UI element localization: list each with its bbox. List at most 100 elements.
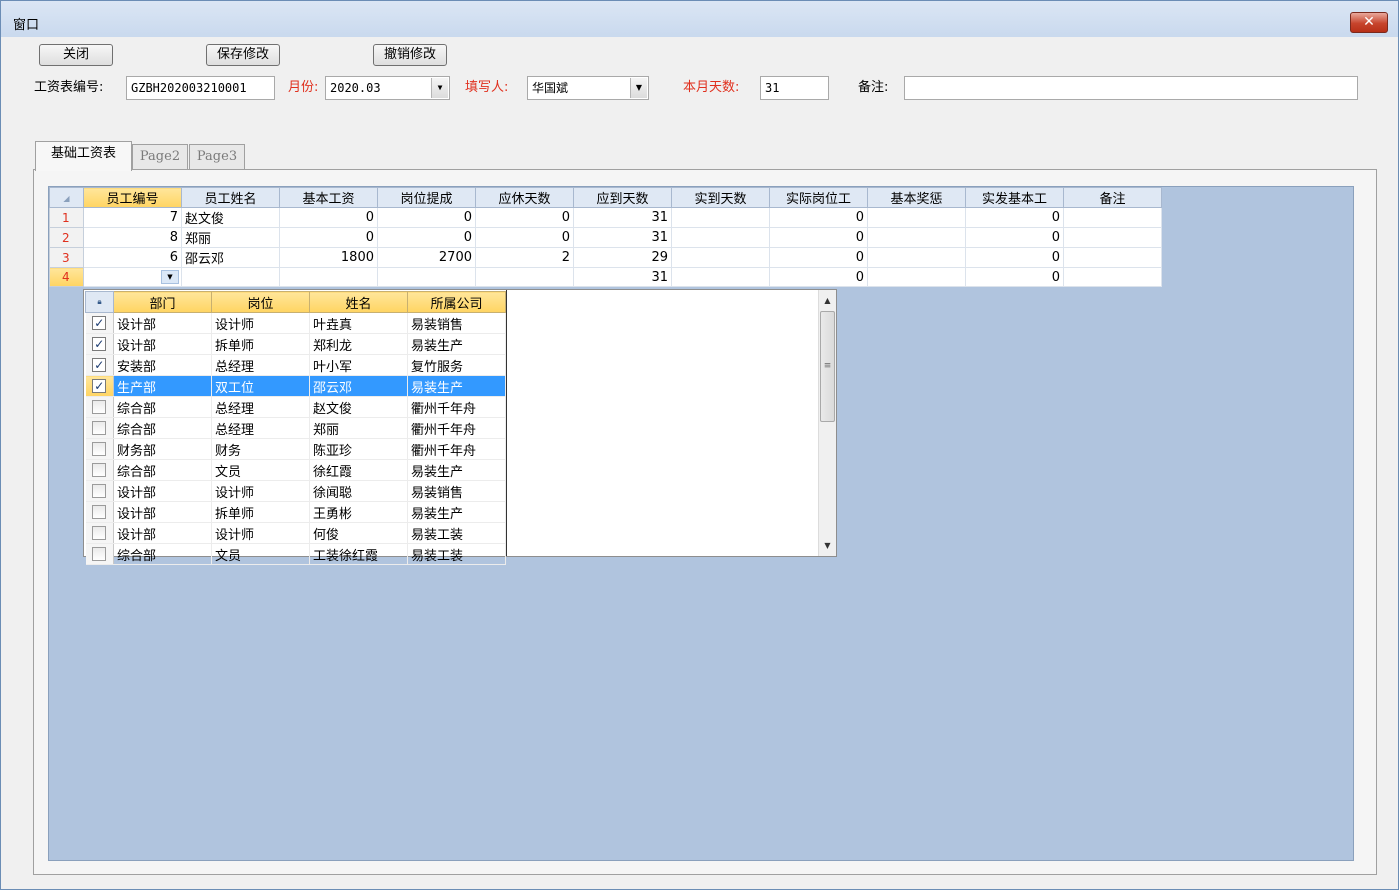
cell-bonus[interactable] — [867, 267, 966, 287]
cell-leave-days[interactable]: 0 — [475, 227, 574, 248]
remark-field[interactable] — [904, 76, 1358, 100]
cell-position[interactable]: 双工位 — [211, 375, 310, 397]
cell-actual-days[interactable] — [671, 247, 770, 268]
cell-name[interactable]: 徐闻聪 — [309, 480, 408, 502]
cell-name[interactable]: 何俊 — [309, 522, 408, 544]
cell-leave-days[interactable] — [475, 267, 574, 287]
cell-actual-pay[interactable]: 0 — [769, 247, 868, 268]
cell-position[interactable]: 总经理 — [211, 396, 310, 418]
dd-col-header[interactable]: 岗位 — [211, 291, 310, 313]
cell-due-days[interactable]: 31 — [573, 207, 672, 228]
checkbox-checked[interactable]: ✓ — [92, 316, 107, 330]
cell-department[interactable]: 财务部 — [113, 438, 212, 460]
cell-base-salary[interactable]: 1800 — [279, 247, 378, 268]
cell-commission[interactable]: 2700 — [377, 247, 476, 268]
cell-emp-name[interactable]: 郑丽 — [181, 227, 280, 248]
scroll-down-icon[interactable]: ▼ — [819, 537, 836, 554]
cell-position[interactable]: 设计师 — [211, 480, 310, 502]
cell-name[interactable]: 郑利龙 — [309, 333, 408, 355]
days-field[interactable]: 31 — [760, 76, 829, 100]
cell-emp-id[interactable]: 8 — [83, 227, 182, 248]
cell-name[interactable]: 邵云邓 — [309, 375, 408, 397]
cell-name[interactable]: 陈亚珍 — [309, 438, 408, 460]
col-header[interactable]: 基本工资 — [279, 187, 378, 208]
cell-actual-pay[interactable]: 0 — [769, 207, 868, 228]
cell-name[interactable]: 赵文俊 — [309, 396, 408, 418]
cell-emp-id[interactable]: 7 — [83, 207, 182, 228]
close-button[interactable]: 关闭 — [39, 44, 113, 66]
dropdown-scrollbar[interactable]: ▲ ≡ ▼ — [818, 290, 836, 556]
cell-commission[interactable]: 0 — [377, 207, 476, 228]
tab-basic-salary[interactable]: 基础工资表 — [35, 141, 132, 171]
cell-base-salary[interactable]: 0 — [279, 207, 378, 228]
grid-corner[interactable]: ◢ — [49, 187, 84, 208]
cell-company[interactable]: 易装销售 — [407, 312, 506, 334]
col-header[interactable]: 员工姓名 — [181, 187, 280, 208]
cell-actual-pay[interactable]: 0 — [769, 267, 868, 287]
row-number[interactable]: 1 — [49, 207, 84, 228]
cell-department[interactable]: 综合部 — [113, 543, 212, 565]
cell-department[interactable]: 设计部 — [113, 480, 212, 502]
cell-actual-days[interactable] — [671, 207, 770, 228]
col-header[interactable]: 实际岗位工 — [769, 187, 868, 208]
col-header[interactable]: 基本奖惩 — [867, 187, 966, 208]
lock-icon[interactable]: 🔒︎ — [85, 291, 114, 313]
cell-company[interactable]: 易装生产 — [407, 375, 506, 397]
dd-col-header[interactable]: 姓名 — [309, 291, 408, 313]
tab-page3[interactable]: Page3 — [189, 144, 245, 171]
table-row[interactable]: 3 6 邵云邓 1800 2700 2 29 0 0 — [49, 247, 1162, 268]
cell-leave-days[interactable]: 0 — [475, 207, 574, 228]
list-item[interactable]: 设计部 设计师 何俊 易装工装 — [85, 522, 506, 544]
cell-position[interactable]: 拆单师 — [211, 333, 310, 355]
list-item[interactable]: 综合部 总经理 郑丽 衢州千年舟 — [85, 417, 506, 439]
cell-net-pay[interactable]: 0 — [965, 247, 1064, 268]
cell-department[interactable]: 生产部 — [113, 375, 212, 397]
cell-actual-days[interactable] — [671, 267, 770, 287]
cell-emp-name[interactable] — [181, 267, 280, 287]
col-header[interactable]: 备注 — [1063, 187, 1162, 208]
cell-position[interactable]: 设计师 — [211, 522, 310, 544]
list-item[interactable]: ✓ 设计部 拆单师 郑利龙 易装生产 — [85, 333, 506, 355]
cell-name[interactable]: 郑丽 — [309, 417, 408, 439]
cell-company[interactable]: 衢州千年舟 — [407, 438, 506, 460]
cell-net-pay[interactable]: 0 — [965, 267, 1064, 287]
save-button[interactable]: 保存修改 — [206, 44, 280, 66]
cell-company[interactable]: 衢州千年舟 — [407, 417, 506, 439]
col-header[interactable]: 应休天数 — [475, 187, 574, 208]
col-header[interactable]: 实发基本工 — [965, 187, 1064, 208]
title-bar[interactable]: 窗口 ✕ — [1, 1, 1398, 37]
list-item[interactable]: 设计部 设计师 徐闻聪 易装销售 — [85, 480, 506, 502]
tab-page2[interactable]: Page2 — [132, 144, 188, 171]
checkbox-unchecked[interactable] — [92, 400, 107, 414]
table-row[interactable]: 4 ▼ 31 0 0 — [49, 267, 1162, 287]
cell-company[interactable]: 易装销售 — [407, 480, 506, 502]
row-number[interactable]: 3 — [49, 247, 84, 268]
cell-emp-name[interactable]: 赵文俊 — [181, 207, 280, 228]
cell-leave-days[interactable]: 2 — [475, 247, 574, 268]
cell-bonus[interactable] — [867, 207, 966, 228]
cell-due-days[interactable]: 29 — [573, 247, 672, 268]
chevron-down-icon[interactable]: ▼ — [161, 270, 179, 284]
cell-position[interactable]: 文员 — [211, 543, 310, 565]
sheet-no-field[interactable]: GZBH202003210001 — [126, 76, 275, 100]
month-combo[interactable]: 2020.03 ▼ — [325, 76, 450, 100]
cell-emp-id[interactable]: 6 — [83, 247, 182, 268]
cell-company[interactable]: 复竹服务 — [407, 354, 506, 376]
col-header[interactable]: 实到天数 — [671, 187, 770, 208]
cell-actual-pay[interactable]: 0 — [769, 227, 868, 248]
cell-bonus[interactable] — [867, 227, 966, 248]
table-row[interactable]: 1 7 赵文俊 0 0 0 31 0 0 — [49, 207, 1162, 228]
cell-department[interactable]: 安装部 — [113, 354, 212, 376]
cell-name[interactable]: 工装徐红霞 — [309, 543, 408, 565]
checkbox-unchecked[interactable] — [92, 484, 107, 498]
checkbox-unchecked[interactable] — [92, 547, 107, 561]
cell-company[interactable]: 易装生产 — [407, 459, 506, 481]
checkbox-checked[interactable]: ✓ — [92, 358, 107, 372]
cell-company[interactable]: 易装工装 — [407, 543, 506, 565]
checkbox-unchecked[interactable] — [92, 463, 107, 477]
cell-remark[interactable] — [1063, 247, 1162, 268]
checkbox-unchecked[interactable] — [92, 526, 107, 540]
checkbox-unchecked[interactable] — [92, 442, 107, 456]
employee-dropdown[interactable]: 🔒︎ 部门 岗位 姓名 所属公司 ✓ 设计部 设计师 叶垚真 易装销售 ✓ 设计部 拆单师 郑利… — [83, 289, 837, 565]
dd-col-header[interactable]: 所属公司 — [407, 291, 506, 313]
